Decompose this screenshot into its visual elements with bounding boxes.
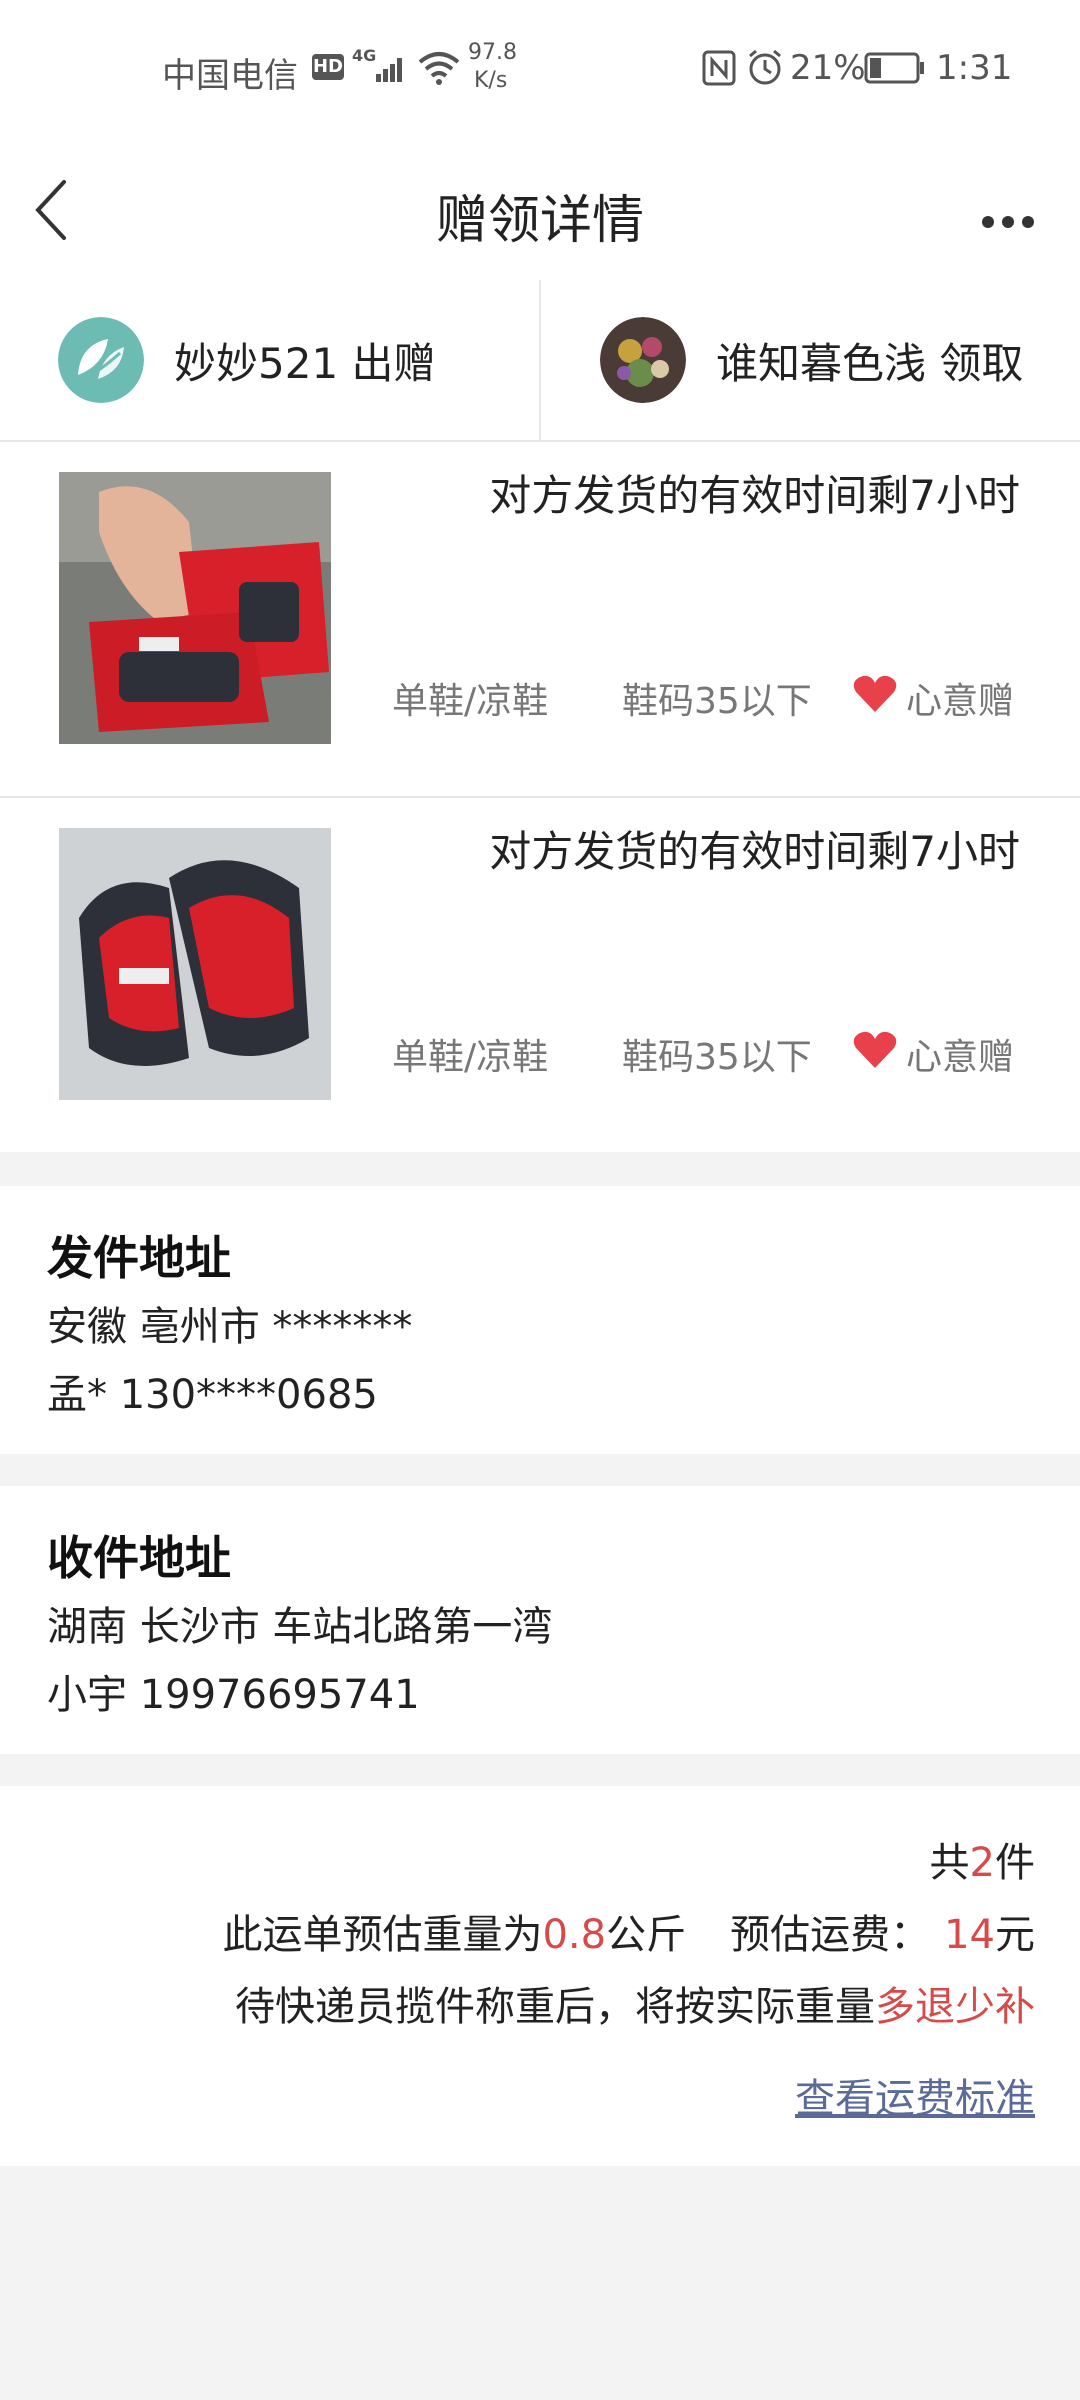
receiver-address-section: 收件地址 湖南 长沙市 车站北路第一湾 小宇 19976695741: [0, 1486, 1080, 1754]
gift-item-2[interactable]: 对方发货的有效时间剩7小时 单鞋/凉鞋 鞋码35以下 心意赠: [0, 798, 1080, 1152]
giver-avatar: [58, 317, 144, 403]
divider: [539, 280, 541, 440]
item-count: 共2件: [930, 1830, 1035, 1888]
hd-badge: HD: [312, 54, 344, 80]
heart-icon: [853, 675, 897, 712]
sender-address-line: 安徽 亳州市 *******: [47, 1304, 413, 1350]
weight-fee-line: 此运单预估重量为0.8公斤 预估运费： 14元: [222, 1902, 1035, 1960]
net-speed-unit: K/s: [474, 68, 508, 93]
weight-value: 0.8: [542, 1912, 607, 1958]
item-size: 鞋码35以下: [622, 1037, 812, 1078]
wifi-icon: [418, 52, 460, 85]
sender-contact-line: 孟* 130****0685: [47, 1372, 378, 1418]
giver-label: 妙妙521 出赠: [174, 338, 436, 388]
alarm-icon: [749, 49, 781, 85]
receiver-contact-line: 小宇 19976695741: [47, 1672, 420, 1718]
item-category: 单鞋/凉鞋: [392, 681, 549, 722]
photo-avatar-icon: [600, 317, 686, 403]
item-gift-tag: 心意赠: [906, 681, 1015, 722]
weight-unit: 公斤: [606, 1912, 687, 1958]
clock: 1:31: [936, 48, 1013, 88]
battery-percent: 21%: [790, 48, 866, 88]
item-gift-tag: 心意赠: [906, 1037, 1015, 1078]
item-photo-sandals-floor: [59, 828, 331, 1100]
receiver-address-line: 湖南 长沙市 车站北路第一湾: [47, 1604, 553, 1650]
receiver-user[interactable]: 谁知暮色浅 领取: [600, 280, 1023, 440]
battery-icon: [864, 52, 924, 84]
sender-address-title: 发件地址: [47, 1231, 231, 1285]
receiver-address-title: 收件地址: [47, 1531, 231, 1585]
nav-header: 赠领详情: [0, 140, 1080, 280]
fee-unit: 元: [995, 1912, 1035, 1958]
note-prefix: 待快递员揽件称重后，将按实际重量: [235, 1984, 875, 2030]
page-title: 赠领详情: [435, 191, 644, 251]
leaf-logo-icon: [58, 317, 144, 403]
gift-item-1[interactable]: 对方发货的有效时间剩7小时 单鞋/凉鞋 鞋码35以下 心意赠: [0, 442, 1080, 796]
item-size: 鞋码35以下: [622, 681, 812, 722]
participants-row: 妙妙521 出赠 谁知暮色浅 领取: [0, 280, 1080, 440]
nfc-icon: [702, 50, 736, 86]
receiver-avatar: [600, 317, 686, 403]
receiver-label: 谁知暮色浅 领取: [716, 338, 1024, 388]
carrier-label: 中国电信: [162, 56, 298, 96]
giver-user[interactable]: 妙妙521 出赠: [58, 280, 436, 440]
signal-icon: [376, 58, 402, 82]
count-value: 2: [969, 1840, 995, 1886]
sender-address-section: 发件地址 安徽 亳州市 ******* 孟* 130****0685: [0, 1186, 1080, 1454]
more-options-button[interactable]: [970, 180, 1060, 240]
fee-standard-link[interactable]: 查看运费标准: [795, 2066, 1035, 2124]
item-category: 单鞋/凉鞋: [392, 1037, 549, 1078]
note-highlight: 多退少补: [875, 1984, 1035, 2030]
net-speed-value: 97.8: [468, 40, 517, 65]
count-prefix: 共: [929, 1840, 970, 1886]
heart-icon: [853, 1031, 897, 1068]
fee-prefix: 预估运费：: [730, 1912, 931, 1958]
fee-value: 14: [944, 1912, 995, 1958]
item-photo-sandals-held: [59, 472, 331, 744]
status-bar: 中国电信 HD 4G 97.8 K/s 21% 1:31: [0, 0, 1080, 140]
count-suffix: 件: [995, 1840, 1035, 1886]
weight-prefix: 此运单预估重量为: [222, 1912, 543, 1958]
ship-deadline-text: 对方发货的有效时间剩7小时: [489, 471, 1020, 520]
shipping-summary: 共2件 此运单预估重量为0.8公斤 预估运费： 14元 待快递员揽件称重后，将按实际…: [0, 1786, 1080, 2166]
weight-adjust-note: 待快递员揽件称重后，将按实际重量多退少补: [235, 1974, 1035, 2032]
ship-deadline-text: 对方发货的有效时间剩7小时: [489, 827, 1020, 876]
